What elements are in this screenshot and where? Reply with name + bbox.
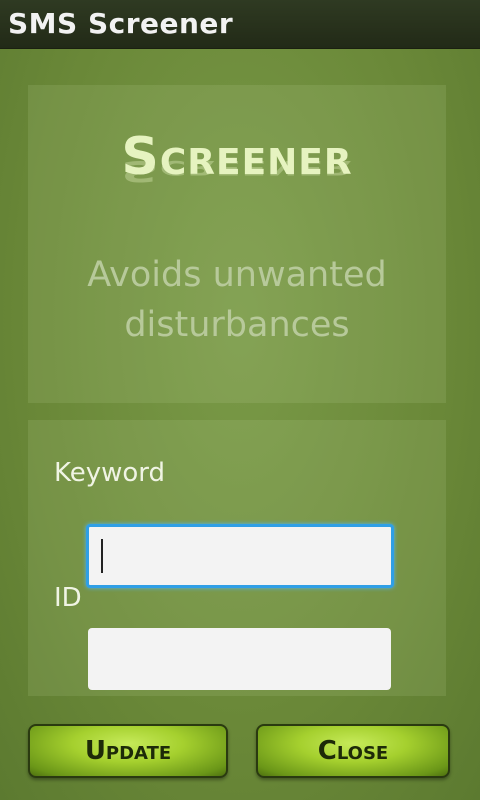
text-caret xyxy=(101,539,103,573)
id-input[interactable] xyxy=(88,628,391,690)
keyword-input[interactable] xyxy=(86,524,394,588)
keyword-label: Keyword xyxy=(54,458,166,488)
banner-panel: Screener Screener Avoids unwanted distur… xyxy=(28,85,446,403)
form-panel: Keyword ID xyxy=(28,420,446,696)
tagline-line-2: disturbances xyxy=(124,305,350,345)
app-title: SMS Screener xyxy=(8,7,234,40)
close-button[interactable]: Close xyxy=(256,724,450,778)
tagline: Avoids unwanted disturbances xyxy=(38,250,436,350)
id-label: ID xyxy=(54,583,82,613)
logo-reflection: Screener xyxy=(121,154,353,187)
tagline-line-1: Avoids unwanted xyxy=(87,255,387,295)
title-bar: SMS Screener xyxy=(0,0,480,49)
update-button[interactable]: Update xyxy=(28,724,228,778)
